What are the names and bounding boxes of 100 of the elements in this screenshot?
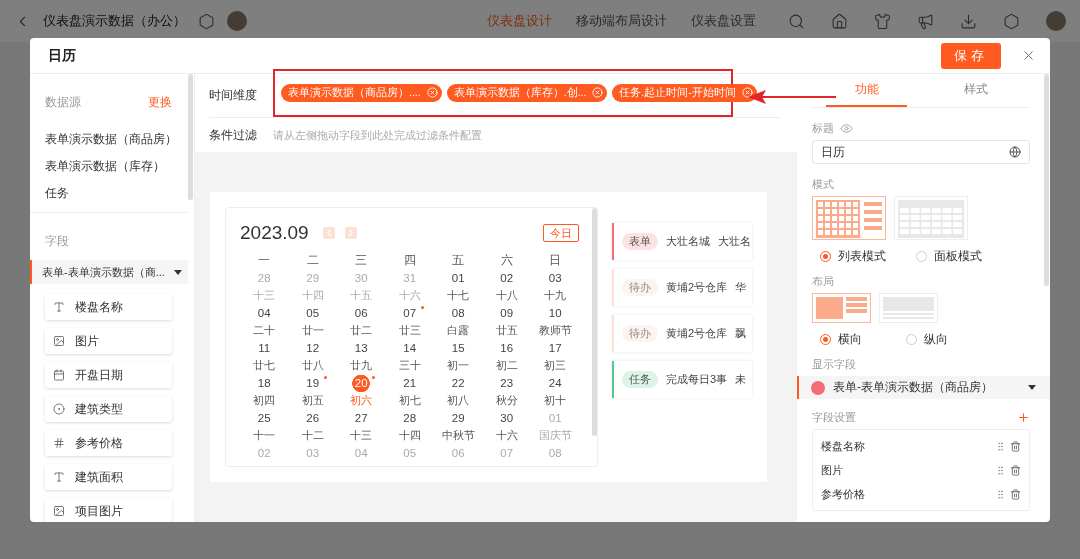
day-number[interactable]: 17 [541,339,570,357]
avatar[interactable] [227,11,247,31]
shirt-icon[interactable] [874,12,891,30]
day-number[interactable]: 15 [444,339,473,357]
day-number[interactable]: 07 [395,304,424,322]
drag-handle-icon[interactable] [995,488,1006,500]
title-field[interactable]: 日历 [812,140,1030,164]
data-source-item[interactable]: 任务 [45,185,172,202]
drag-handle-icon[interactable] [995,464,1006,476]
search-icon[interactable] [788,12,805,30]
day-number[interactable]: 05 [298,304,327,322]
day-number[interactable]: 14 [395,339,424,357]
mode-radio[interactable]: 列表模式 [820,248,886,265]
day-number[interactable]: 19 [298,374,327,392]
globe-icon[interactable] [1009,146,1021,158]
event-tag: 任务 [622,371,658,388]
section-label: 数据源 [45,94,81,111]
lunar-date: 初六 [350,393,373,408]
day-number[interactable]: 28 [395,409,424,427]
field-item[interactable]: 建筑面积 [45,464,172,490]
remove-icon[interactable] [741,87,753,98]
lunar-date: 廿八 [301,358,324,373]
day-number[interactable]: 09 [492,304,521,322]
day-number[interactable]: 26 [298,409,327,427]
event-card[interactable]: 待办 黄埔2号仓库 飘 [612,315,752,352]
day-number[interactable]: 11 [250,339,279,357]
event-card[interactable]: 待办 黄埔2号仓库 华 [612,269,752,306]
day-number[interactable]: 23 [492,374,521,392]
day-number[interactable]: 30 [492,409,521,427]
day-number[interactable]: 08 [444,304,473,322]
scrollbar[interactable] [592,208,597,436]
add-icon[interactable] [1017,410,1030,424]
day-number[interactable]: 27 [347,409,376,427]
event-tag: 待办 [622,279,658,296]
day-number[interactable]: 25 [250,409,279,427]
remove-icon[interactable] [426,87,438,98]
event-tag: 表单 [622,233,658,250]
caret-icon [1028,385,1036,390]
event-detail: 飘 [735,326,747,341]
field-item[interactable]: 项目图片 [45,498,172,522]
layout-radio[interactable]: 纵向 [906,331,948,348]
lunar-date: 初二 [495,358,518,373]
eye-icon[interactable] [840,121,853,135]
data-source-item[interactable]: 表单演示数据（商品房） [45,131,172,148]
megaphone-icon[interactable] [917,12,934,30]
event-card[interactable]: 表单 大壮名城 大壮名 [612,223,752,260]
data-source-item[interactable]: 表单演示数据（库存） [45,158,172,175]
panel-tab[interactable]: 样式 [935,74,1016,107]
layout-option[interactable] [812,293,871,323]
delete-icon[interactable] [1010,440,1021,452]
day-number[interactable]: 10 [541,304,570,322]
field-item[interactable]: 开盘日期 [45,362,172,388]
field-item[interactable]: 楼盘名称 [45,294,172,320]
day-number[interactable]: 24 [541,374,570,392]
day-number[interactable]: 13 [347,339,376,357]
display-field-dropdown[interactable]: 表单-表单演示数据（商品房） [797,376,1050,399]
scrollbar[interactable] [188,74,193,200]
day-number[interactable]: 21 [395,374,424,392]
remove-icon[interactable] [592,87,604,98]
settings-icon[interactable] [1003,12,1020,30]
scrollbar[interactable] [1044,74,1049,286]
mode-radio[interactable]: 面板模式 [916,248,982,265]
lunar-date: 白露 [447,323,470,338]
image-icon [53,335,65,347]
delete-icon[interactable] [1010,488,1021,500]
lunar-date: 初五 [301,393,324,408]
avatar[interactable] [1046,11,1066,31]
home-icon[interactable] [831,12,848,30]
field-item[interactable]: 建筑类型 [45,396,172,422]
field-label: 标题 [812,120,834,136]
drag-handle-icon[interactable] [995,440,1006,452]
nav-tab[interactable]: 移动端布局设计 [576,12,667,30]
event-card[interactable]: 任务 完成每日3事 未 [612,361,752,398]
day-number[interactable]: 02 [492,269,521,287]
layout-radio[interactable]: 横向 [820,331,862,348]
calendar-icon [53,369,65,381]
close-button[interactable] [1021,48,1036,63]
mode-option[interactable] [812,196,886,240]
event-tag: 待办 [622,325,658,342]
day-number[interactable]: 22 [444,374,473,392]
day-number[interactable]: 12 [298,339,327,357]
delete-icon[interactable] [1010,464,1021,476]
section-label: 字段 [45,233,70,250]
download-icon[interactable] [960,12,977,30]
day-number[interactable]: 29 [444,409,473,427]
lunar-date: 初七 [398,393,421,408]
field-item[interactable]: 参考价格 [45,430,172,456]
day-number[interactable]: 04 [250,304,279,322]
settings-icon[interactable] [198,12,215,30]
day-number[interactable]: 16 [492,339,521,357]
day-number[interactable]: 06 [347,304,376,322]
lunar-date: 初一 [447,358,470,373]
field-item[interactable]: 图片 [45,328,172,354]
lunar-date: 十六 [495,428,518,443]
nav-tab[interactable]: 仪表盘设置 [691,12,756,30]
weekday-label: 日 [549,253,562,268]
day-number[interactable]: 18 [250,374,279,392]
day-number[interactable]: 01 [444,269,473,287]
field-group-dropdown[interactable]: 表单-表单演示数据（商... [30,260,188,284]
day-number[interactable]: 03 [541,269,570,287]
